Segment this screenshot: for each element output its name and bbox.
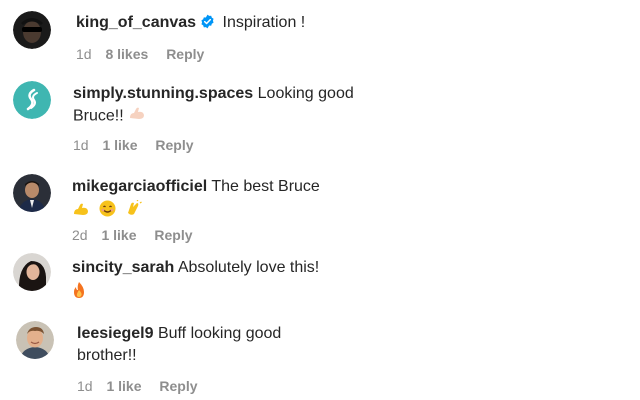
comment-likes-link[interactable]: 1 like bbox=[102, 137, 137, 153]
comment-text: The best Bruce bbox=[211, 178, 320, 195]
comment-likes-link[interactable]: 8 likes bbox=[105, 46, 148, 62]
comment-username[interactable]: simply.stunning.spaces bbox=[73, 85, 253, 102]
verified-badge-icon bbox=[200, 14, 215, 36]
avatar[interactable] bbox=[16, 321, 54, 359]
comment-likes-link[interactable]: 1 like bbox=[101, 227, 136, 243]
comment-username[interactable]: leesiegel9 bbox=[77, 325, 154, 342]
avatar[interactable] bbox=[13, 253, 51, 291]
flexed-biceps-icon bbox=[128, 105, 146, 128]
avatar[interactable] bbox=[13, 11, 51, 49]
smiling-face-icon bbox=[99, 200, 116, 223]
reply-button[interactable]: Reply bbox=[159, 378, 197, 394]
comment-time: 1d bbox=[77, 378, 93, 394]
comment-time: 2d bbox=[72, 227, 88, 243]
comment-username[interactable]: sincity_sarah bbox=[72, 259, 174, 276]
avatar[interactable] bbox=[13, 81, 51, 119]
reply-button[interactable]: Reply bbox=[166, 46, 204, 62]
flexed-biceps-icon bbox=[72, 201, 90, 223]
comment-username[interactable]: king_of_canvas bbox=[76, 14, 196, 31]
comment-time: 1d bbox=[73, 137, 89, 153]
avatar[interactable] bbox=[13, 174, 51, 212]
fire-icon bbox=[72, 281, 86, 305]
reply-button[interactable]: Reply bbox=[155, 137, 193, 153]
comment-text: Absolutely love this! bbox=[177, 259, 320, 276]
clapping-hands-icon bbox=[125, 199, 143, 223]
comment-likes-link[interactable]: 1 like bbox=[106, 378, 141, 394]
comment-username[interactable]: mikegarciaofficiel bbox=[72, 178, 207, 195]
comment-text: Inspiration ! bbox=[222, 14, 306, 31]
comment-time: 1d bbox=[76, 46, 92, 62]
reply-button[interactable]: Reply bbox=[154, 227, 192, 243]
